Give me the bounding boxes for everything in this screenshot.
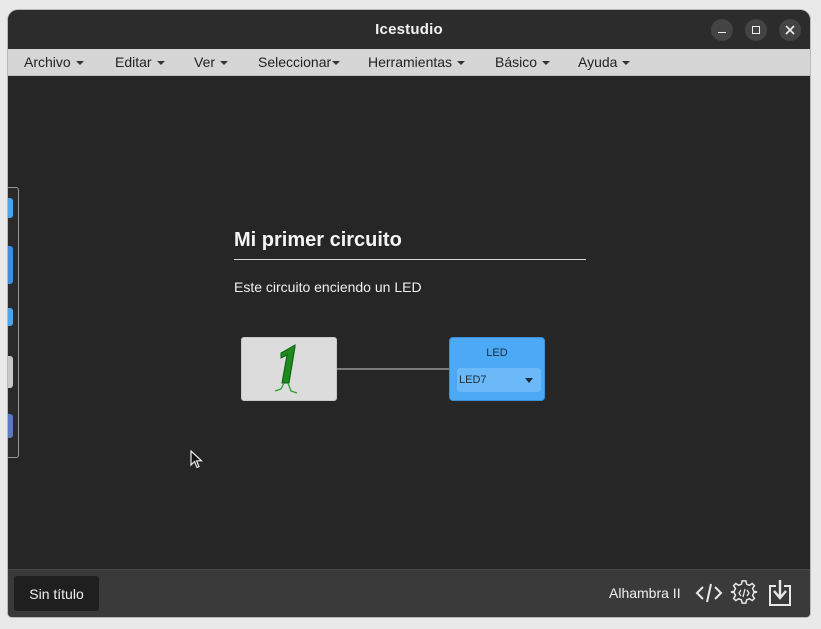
led-block-label: LED xyxy=(486,347,508,359)
chevron-down-icon xyxy=(525,378,533,383)
menu-label: Básico xyxy=(495,54,538,70)
chevron-down-icon xyxy=(220,61,229,65)
side-panel-marker xyxy=(8,246,13,284)
minimize-icon xyxy=(718,31,726,34)
side-panel-marker xyxy=(8,414,13,438)
menu-label: Editar xyxy=(115,54,152,70)
chevron-down-icon xyxy=(542,61,551,65)
bit-one-icon xyxy=(274,344,298,394)
menu-label: Ayuda xyxy=(578,54,618,70)
menu-ayuda[interactable]: Ayuda xyxy=(578,49,631,76)
menu-label: Herramientas xyxy=(368,54,453,70)
menu-seleccionar[interactable]: Seleccionar xyxy=(258,49,341,76)
mouse-cursor-icon xyxy=(190,450,204,469)
download-icon[interactable] xyxy=(766,579,794,607)
menu-herramientas[interactable]: Herramientas xyxy=(368,49,466,76)
side-panel-marker xyxy=(8,198,13,218)
menu-label: Archivo xyxy=(24,54,71,70)
side-panel-marker xyxy=(8,356,13,388)
chevron-down-icon xyxy=(332,61,341,65)
title-bar: Icestudio xyxy=(8,10,810,49)
menu-archivo[interactable]: Archivo xyxy=(24,49,84,76)
maximize-icon xyxy=(752,26,760,34)
menu-editar[interactable]: Editar xyxy=(115,49,165,76)
led-output-block[interactable]: LED LED7 xyxy=(449,337,545,401)
board-selector[interactable]: Alhambra II xyxy=(609,585,681,601)
info-block-description[interactable]: Este circuito enciendo un LED xyxy=(234,279,422,295)
menu-bar: Archivo Editar Ver Seleccionar Herramien… xyxy=(8,49,810,76)
project-name: Sin título xyxy=(29,585,84,602)
chevron-down-icon xyxy=(622,61,631,65)
led-pin-select[interactable]: LED7 xyxy=(457,368,541,392)
menu-ver[interactable]: Ver xyxy=(194,49,229,76)
minimize-button[interactable] xyxy=(711,19,733,41)
app-window: Icestudio Archivo Editar Ver Seleccionar… xyxy=(8,10,810,617)
settings-gear-icon[interactable] xyxy=(730,579,758,607)
chevron-down-icon xyxy=(457,61,466,65)
menu-label: Seleccionar xyxy=(258,54,332,70)
led-pin-value: LED7 xyxy=(459,374,487,386)
chevron-down-icon xyxy=(75,61,84,65)
info-block-title[interactable]: Mi primer circuito xyxy=(234,229,586,260)
project-name-button[interactable]: Sin título xyxy=(14,576,99,611)
window-title: Icestudio xyxy=(375,21,443,38)
side-panel-marker xyxy=(8,308,13,326)
close-icon xyxy=(785,25,795,35)
menu-label: Ver xyxy=(194,54,216,70)
collapsed-side-panel[interactable] xyxy=(8,187,19,458)
design-canvas[interactable]: Mi primer circuito Este circuito enciend… xyxy=(8,76,810,569)
status-bar: Sin título Alhambra II xyxy=(8,569,810,617)
chevron-down-icon xyxy=(156,61,165,65)
close-button[interactable] xyxy=(779,19,801,41)
maximize-button[interactable] xyxy=(745,19,767,41)
menu-basico[interactable]: Básico xyxy=(495,49,551,76)
constant-bit-block[interactable] xyxy=(241,337,337,401)
code-icon[interactable] xyxy=(695,579,723,607)
wire[interactable] xyxy=(337,368,449,370)
